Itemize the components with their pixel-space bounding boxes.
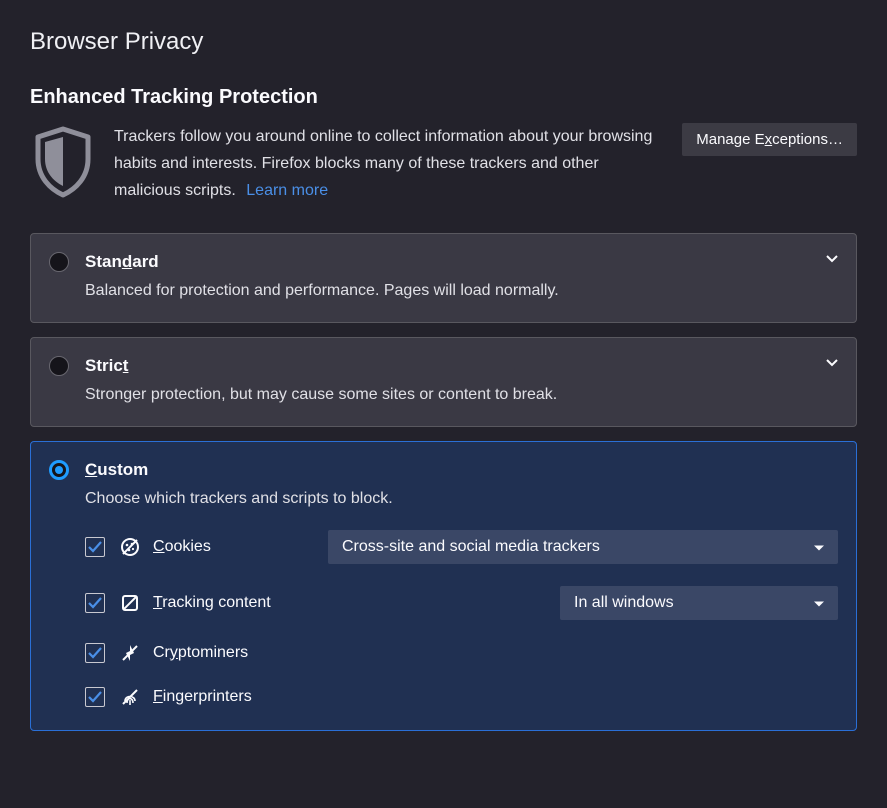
etp-heading: Enhanced Tracking Protection — [30, 86, 857, 109]
etp-level-custom[interactable]: Custom Choose which trackers and scripts… — [30, 441, 857, 731]
etp-level-standard[interactable]: Standard Balanced for protection and per… — [30, 233, 857, 323]
etp-intro-body: Trackers follow you around online to col… — [114, 128, 652, 199]
checkbox-cryptominers[interactable] — [85, 643, 105, 663]
tracking-content-select[interactable]: In all windows — [560, 586, 838, 620]
chevron-down-icon[interactable] — [826, 250, 838, 267]
fingerprinters-label: Fingerprinters — [153, 688, 252, 706]
strict-title: Strict — [85, 356, 128, 376]
option-cryptominers: Cryptominers — [85, 642, 838, 664]
manage-exceptions-button[interactable]: Manage Exceptions… — [682, 123, 857, 156]
custom-title: Custom — [85, 460, 148, 480]
cryptominers-label: Cryptominers — [153, 644, 248, 662]
radio-standard[interactable] — [49, 252, 69, 272]
standard-title: Standard — [85, 252, 159, 272]
page-title: Browser Privacy — [30, 28, 857, 56]
cookies-select[interactable]: Cross-site and social media trackers — [328, 530, 838, 564]
etp-intro-text: Trackers follow you around online to col… — [114, 123, 682, 205]
radio-strict[interactable] — [49, 356, 69, 376]
strict-desc: Stronger protection, but may cause some … — [85, 386, 838, 404]
chevron-down-icon[interactable] — [826, 354, 838, 371]
checkbox-tracking-content[interactable] — [85, 593, 105, 613]
etp-intro-row: Trackers follow you around online to col… — [30, 123, 857, 205]
etp-level-strict[interactable]: Strict Stronger protection, but may caus… — [30, 337, 857, 427]
cookie-icon — [119, 536, 141, 558]
fingerprinters-icon — [119, 686, 141, 708]
custom-desc: Choose which trackers and scripts to blo… — [85, 490, 838, 508]
option-fingerprinters: Fingerprinters — [85, 686, 838, 708]
checkbox-fingerprinters[interactable] — [85, 687, 105, 707]
cryptominers-icon — [119, 642, 141, 664]
option-tracking-content: Tracking content In all windows — [85, 586, 838, 620]
shield-icon — [30, 123, 96, 203]
checkbox-cookies[interactable] — [85, 537, 105, 557]
cookies-label: Cookies — [153, 538, 211, 556]
learn-more-link[interactable]: Learn more — [246, 182, 328, 199]
tracking-content-icon — [119, 592, 141, 614]
radio-custom[interactable] — [49, 460, 69, 480]
option-cookies: Cookies Cross-site and social media trac… — [85, 530, 838, 564]
standard-desc: Balanced for protection and performance.… — [85, 282, 838, 300]
tracking-content-label: Tracking content — [153, 594, 271, 612]
